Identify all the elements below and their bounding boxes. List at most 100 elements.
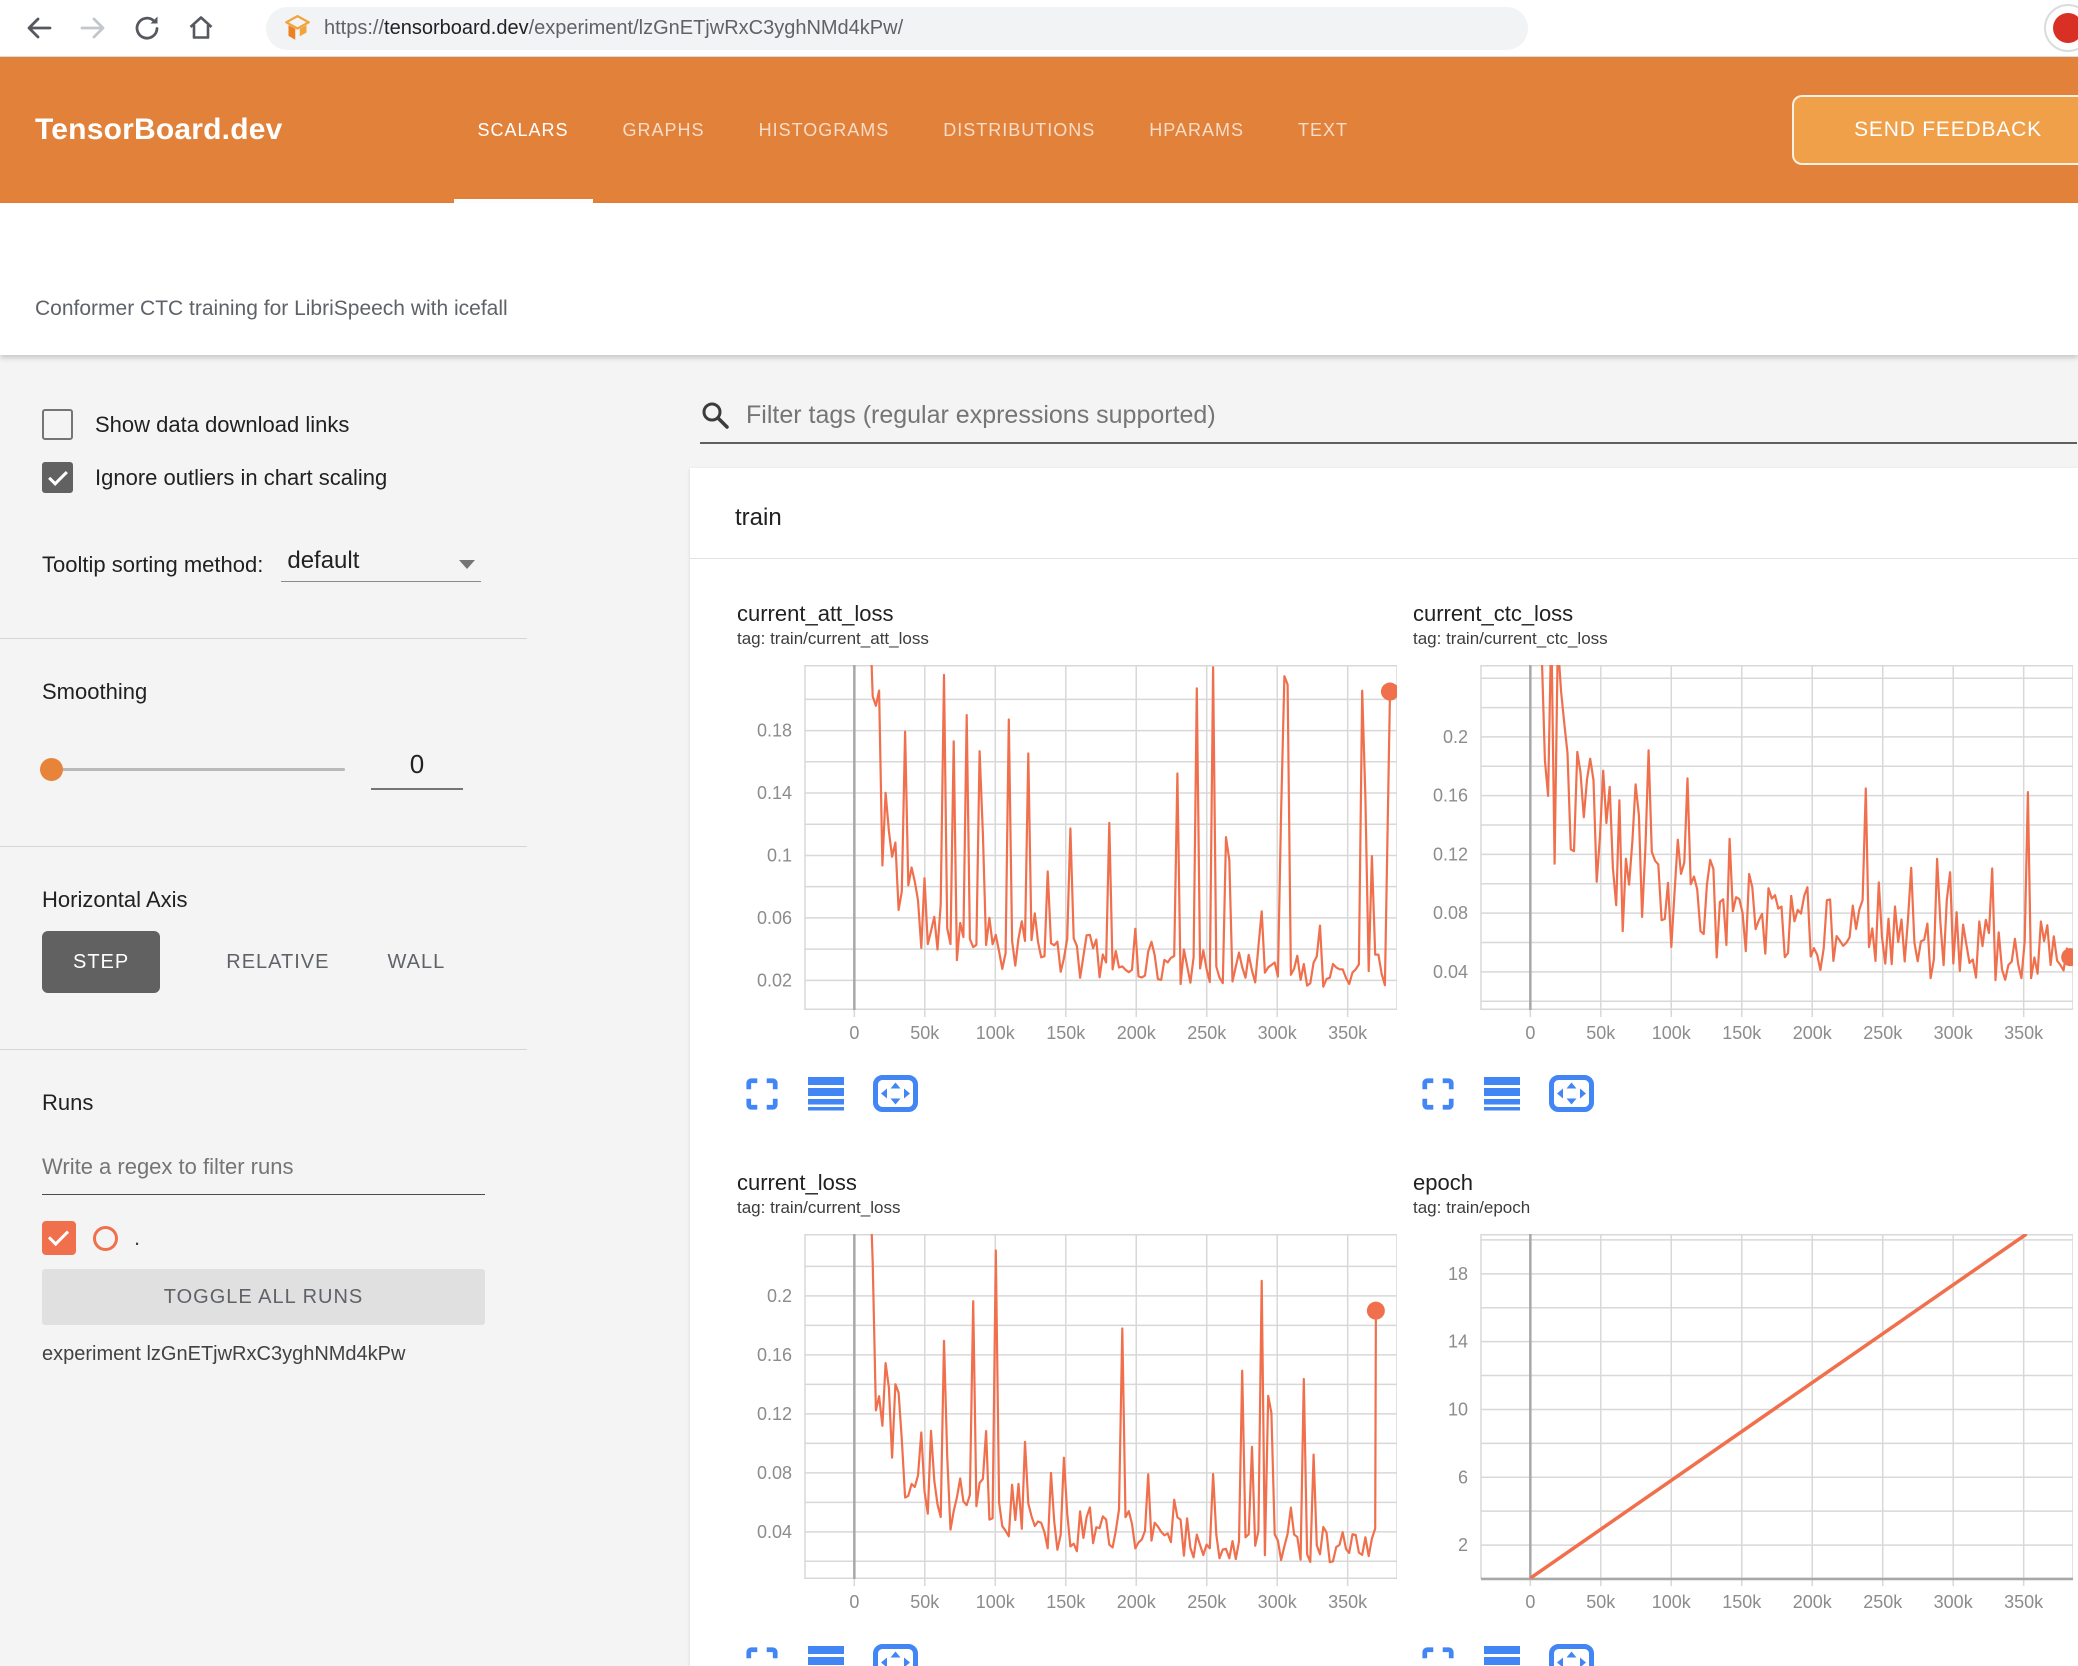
smoothing-label: Smoothing [42,679,148,704]
chart-plot[interactable]: 0.04 0.08 0.12 0.16 0.2 0 50k 100k 150k 200k 250k 3… [737,1234,1398,1615]
svg-text:0: 0 [1525,1592,1535,1612]
expand-chart-icon[interactable] [745,1646,779,1666]
svg-text:50k: 50k [910,1592,940,1612]
chart-title: current_ctc_loss [1413,601,1574,626]
chart-actions [1413,1075,2073,1112]
reload-icon[interactable] [132,13,162,43]
svg-text:350k: 350k [2004,1023,2044,1043]
tag-filter-input[interactable] [746,400,2077,430]
chart-plot[interactable]: 2 6 10 14 18 0 50k 100k 150k 200k 250k 300k 350k [1413,1234,2074,1615]
url-bar[interactable]: https://tensorboard.dev/experiment/lzGnE… [266,6,1528,50]
tooltip-sorting-label: Tooltip sorting method: [42,552,264,577]
svg-text:300k: 300k [1258,1023,1298,1043]
chart-actions [737,1644,1397,1666]
chart-title: current_loss [737,1170,857,1195]
avatar-badge [2053,13,2078,43]
search-icon [702,402,729,429]
ignore-outliers-checkbox[interactable] [42,462,73,493]
toggle-all-runs-button[interactable]: TOGGLE ALL RUNS [42,1269,485,1325]
scalar-chart-card: epoch tag: train/epoch 2 6 10 14 18 0 50k 100k 150… [1413,1170,2074,1666]
tab-distributions[interactable]: DISTRIBUTIONS [916,57,1122,203]
svg-text:6: 6 [1458,1467,1468,1487]
data-table-icon[interactable] [806,1076,846,1112]
svg-text:300k: 300k [1258,1592,1298,1612]
chart-plot[interactable]: 0.04 0.08 0.12 0.16 0.2 0 50k 100k 150k 200k 250k 3… [1413,665,2078,1046]
tab-histograms[interactable]: HISTOGRAMS [732,57,917,203]
scalar-chart-card: current_att_loss tag: train/current_att_l… [737,601,1399,1112]
fit-domain-icon[interactable] [1549,1075,1594,1112]
svg-text:200k: 200k [1793,1023,1833,1043]
tab-scalars[interactable]: SCALARS [451,57,596,203]
svg-text:0: 0 [849,1023,859,1043]
tooltip-sorting-select[interactable]: default [281,547,482,582]
selected-value: default [287,547,360,574]
chart-plot[interactable]: 0.02 0.06 0.1 0.14 0.18 0 50k 100k 150k 200k 250k 3… [737,665,1399,1046]
runs-filter-input[interactable] [42,1154,485,1195]
svg-text:250k: 250k [1187,1023,1227,1043]
svg-text:0.12: 0.12 [757,1404,792,1424]
runs-label: Runs [42,1090,94,1115]
slider-thumb[interactable] [40,758,63,781]
svg-text:2: 2 [1458,1535,1468,1555]
section-title-train[interactable]: train [690,468,2078,559]
expand-chart-icon[interactable] [745,1077,779,1111]
svg-text:150k: 150k [1722,1023,1762,1043]
back-icon[interactable] [24,13,54,43]
show-download-links-checkbox[interactable] [42,409,73,440]
fit-domain-icon[interactable] [1549,1644,1594,1666]
svg-text:150k: 150k [1046,1023,1086,1043]
home-icon[interactable] [186,13,216,43]
data-table-icon[interactable] [1482,1076,1522,1112]
expand-chart-icon[interactable] [1421,1077,1455,1111]
profile-avatar[interactable] [2044,4,2078,52]
tab-graphs[interactable]: GRAPHS [596,57,732,203]
svg-text:14: 14 [1448,1332,1468,1352]
svg-text:50k: 50k [1586,1023,1616,1043]
tensorboard-favicon [285,14,310,40]
ignore-outliers-row: Ignore outliers in chart scaling [42,462,485,493]
scalar-chart-card: current_loss tag: train/current_loss 0.04 0… [737,1170,1398,1666]
svg-text:50k: 50k [1586,1592,1616,1612]
svg-text:0.18: 0.18 [757,721,792,741]
svg-text:0.12: 0.12 [1433,844,1468,864]
fit-domain-icon[interactable] [873,1075,918,1112]
svg-text:250k: 250k [1187,1592,1227,1612]
axis-option-wall[interactable]: WALL [375,931,457,993]
tab-hparams[interactable]: HPARAMS [1122,57,1271,203]
svg-text:0.08: 0.08 [1433,903,1468,923]
svg-text:18: 18 [1448,1264,1468,1284]
chart-actions [1413,1644,2073,1666]
smoothing-value[interactable]: 0 [371,749,463,790]
data-table-icon[interactable] [806,1645,846,1666]
chart-tag: tag: train/current_loss [737,1198,901,1217]
svg-text:0: 0 [1525,1023,1535,1043]
svg-text:350k: 350k [1328,1023,1368,1043]
tag-filter-row [700,400,2077,444]
svg-text:0.14: 0.14 [757,783,792,803]
run-checkbox[interactable] [42,1221,76,1255]
horizontal-axis-label: Horizontal Axis [42,887,188,912]
fit-domain-icon[interactable] [873,1644,918,1666]
axis-option-relative[interactable]: RELATIVE [214,931,341,993]
app-header: TensorBoard.dev SCALARS GRAPHS HISTOGRAM… [0,57,2078,203]
svg-text:0.04: 0.04 [1433,962,1468,982]
svg-text:0.2: 0.2 [767,1286,792,1306]
send-feedback-button[interactable]: SEND FEEDBACK [1792,95,2078,165]
svg-text:0.2: 0.2 [1443,727,1468,747]
svg-text:250k: 250k [1863,1023,1903,1043]
chevron-down-icon [459,560,476,569]
chart-tag: tag: train/current_ctc_loss [1413,629,1608,648]
train-section-card: train current_att_loss tag: train/current… [690,468,2078,1666]
smoothing-slider[interactable] [40,758,345,781]
expand-chart-icon[interactable] [1421,1646,1455,1666]
browser-toolbar: https://tensorboard.dev/experiment/lzGnE… [0,0,2078,57]
tab-text[interactable]: TEXT [1271,57,1375,203]
forward-icon[interactable] [78,13,108,43]
data-table-icon[interactable] [1482,1645,1522,1666]
run-name: . [134,1225,141,1250]
brand-title[interactable]: TensorBoard.dev [35,113,283,147]
svg-text:200k: 200k [1793,1592,1833,1612]
axis-option-step[interactable]: STEP [42,931,161,993]
svg-text:0.08: 0.08 [757,1463,792,1483]
settings-sidebar: Show data download links Ignore outliers… [0,355,640,1666]
